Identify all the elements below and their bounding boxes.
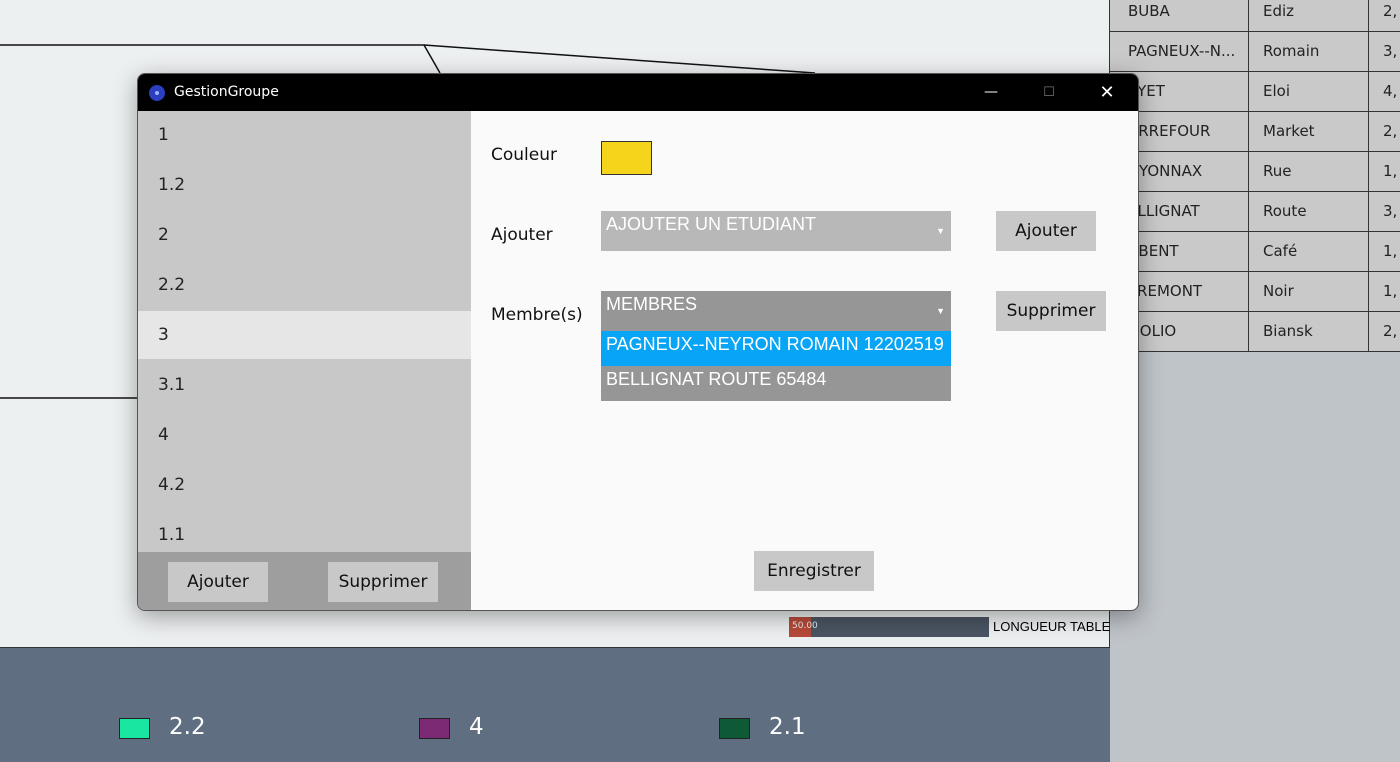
group-list-item[interactable]: 1.2 [138,161,471,209]
close-button[interactable]: ✕ [1078,74,1136,111]
table-cell: 1, 1 [1383,242,1400,260]
table-cell: Eloi [1249,72,1369,111]
table-cell: 1, 1 [1383,162,1400,180]
connector-line-top [0,44,441,74]
table-cell: Café [1249,232,1369,271]
title-bar[interactable]: GestionGroupe — ☐ ✕ [138,74,1138,111]
table-cell: Noir [1249,272,1369,311]
student-dropdown[interactable]: AJOUTER UN ETUDIANT ▼ [601,211,951,251]
group-list-item[interactable]: 3 [138,311,471,359]
member-option[interactable]: BELLIGNAT ROUTE 65484 [601,366,951,401]
member-option[interactable]: PAGNEUX--NEYRON ROMAIN 12202519 [601,331,951,366]
save-button[interactable]: Enregistrer [754,551,874,591]
table-row[interactable]: PAGNEUX--N... Romain 3, [1110,32,1400,72]
table-cell: 3, [1383,202,1398,220]
table-cell: 1, 1 [1383,282,1400,300]
table-row[interactable]: OYONNAXRue1, 1 [1110,152,1400,192]
legend-swatch [119,718,150,739]
table-row[interactable]: AYET Eloi 4, [1110,72,1400,112]
group-list-footer: Ajouter Supprimer [138,552,471,610]
connector-line-diagonal [423,44,816,74]
table-cell: 3, [1383,42,1398,60]
group-list-item[interactable]: 4.2 [138,461,471,509]
legend-swatch [719,718,750,739]
table-cell: Romain [1249,32,1369,71]
app-icon [149,85,165,101]
group-list-item[interactable]: 2.2 [138,261,471,309]
minimize-button[interactable]: — [962,74,1020,111]
group-list[interactable]: 1 1.2 2 2.2 3 3.1 4 4.2 1.1 [138,111,471,552]
chevron-down-icon: ▼ [936,306,945,316]
group-legend: 2.2 4 2.1 [0,647,1110,762]
delete-group-button[interactable]: Supprimer [328,562,438,602]
members-label: Membre(s) [491,305,583,325]
table-length-label: LONGUEUR TABLE [993,619,1111,634]
students-table: BUBA Ediz 2, PAGNEUX--N... Romain 3, AYET Elo… [1109,0,1400,762]
add-student-label: Ajouter [491,225,553,245]
table-row[interactable]: ELLIGNAT Route 3, [1110,192,1400,232]
legend-label: 2.1 [769,714,806,740]
group-list-item[interactable]: 3.1 [138,361,471,409]
table-cell: 2, [1383,322,1398,340]
members-dropdown[interactable]: MEMBRES ▼ [601,291,951,331]
group-list-item[interactable]: 2 [138,211,471,259]
gestion-groupe-window: GestionGroupe — ☐ ✕ 1 1.2 2 2.2 3 3.1 4 4.2 1.1… [137,73,1139,611]
legend-swatch [419,718,450,739]
table-row[interactable]: RBENTCafé1, 1 [1110,232,1400,272]
table-cell: Ediz [1249,0,1369,31]
legend-label: 2.2 [169,714,206,740]
table-cell: BUBA [1110,0,1249,31]
window-title: GestionGroupe [174,84,279,100]
group-list-item[interactable]: 4 [138,411,471,459]
members-dropdown-value: MEMBRES [606,294,698,314]
table-length-slider[interactable]: 50.00 [789,617,989,637]
table-cell: 4, [1383,82,1398,100]
table-row[interactable]: OOLIO Biansk 2, [1110,312,1400,352]
table-row[interactable]: ARREFOUR Market 2, [1110,112,1400,152]
table-row[interactable]: BUBA Ediz 2, [1110,0,1400,32]
add-group-button[interactable]: Ajouter [168,562,268,602]
color-picker-swatch[interactable] [601,141,652,175]
table-cell: Biansk [1249,312,1369,351]
student-dropdown-value: AJOUTER UN ETUDIANT [606,214,817,234]
legend-label: 4 [469,714,484,740]
group-list-item[interactable]: 1.1 [138,511,471,552]
table-cell: 2, [1383,122,1398,140]
table-cell: PAGNEUX--N... [1110,32,1249,71]
table-cell: 2, [1383,2,1398,20]
maximize-button[interactable]: ☐ [1020,74,1078,111]
add-student-button[interactable]: Ajouter [996,211,1096,251]
color-label: Couleur [491,145,557,165]
table-length-value: 50.00 [792,621,818,631]
chevron-down-icon: ▼ [936,226,945,236]
group-list-item[interactable]: 1 [138,111,471,159]
table-row[interactable]: PREMONTNoir1, 1 [1110,272,1400,312]
table-cell: Market [1249,112,1369,151]
table-cell: Rue [1249,152,1369,191]
table-cell: Route [1249,192,1369,231]
remove-member-button[interactable]: Supprimer [996,291,1106,331]
